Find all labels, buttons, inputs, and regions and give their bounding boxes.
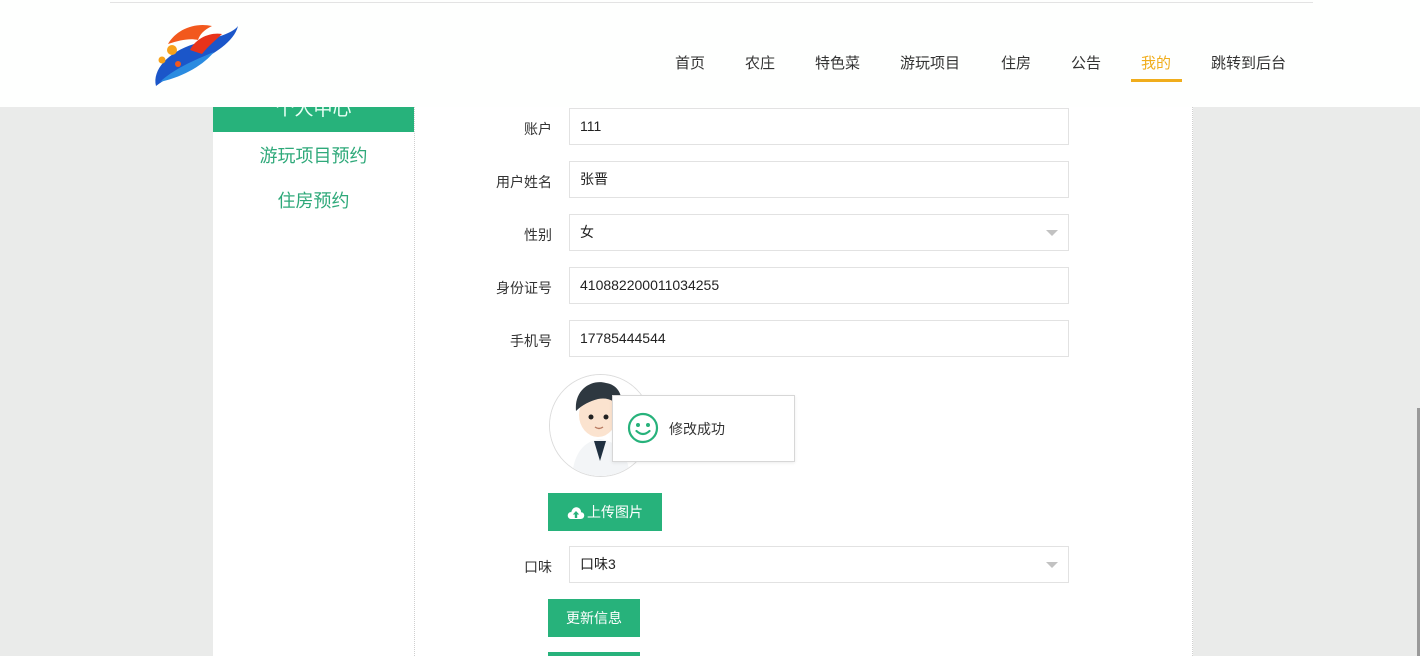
id-number-input[interactable]: 410882200011034255 [569, 267, 1069, 304]
nav-item-notices[interactable]: 公告 [1071, 54, 1101, 74]
sidebar-header: 个人中心 [213, 107, 414, 132]
site-logo[interactable] [150, 20, 242, 92]
nav-active-underline [1131, 79, 1182, 82]
taste-select[interactable]: 口味3 [569, 546, 1069, 583]
taste-selected-value: 口味3 [580, 556, 616, 572]
id-number-label: 身份证号 [496, 280, 552, 296]
nav-item-home[interactable]: 首页 [675, 54, 705, 74]
upload-image-label: 上传图片 [587, 504, 643, 520]
nav-item-housing[interactable]: 住房 [1001, 54, 1031, 74]
gender-label: 性别 [524, 227, 552, 243]
account-label: 账户 [524, 121, 552, 137]
nav-item-farm[interactable]: 农庄 [745, 54, 775, 74]
next-button-partial[interactable] [548, 652, 640, 656]
chevron-down-icon [1046, 562, 1058, 568]
taste-label: 口味 [524, 559, 552, 575]
upload-image-button[interactable]: 上传图片 [548, 493, 662, 531]
update-info-button[interactable]: 更新信息 [548, 599, 640, 637]
nav-item-mine[interactable]: 我的 [1141, 54, 1171, 74]
cloud-upload-icon [567, 507, 585, 520]
toast-message: 修改成功 [669, 421, 725, 437]
gender-selected-value: 女 [580, 224, 594, 240]
chevron-down-icon [1046, 230, 1058, 236]
sidebar-link-housing-booking[interactable]: 住房预约 [213, 187, 414, 213]
name-input[interactable]: 张晋 [569, 161, 1069, 198]
nav-item-play-projects[interactable]: 游玩项目 [900, 54, 960, 74]
site-header: 首页 农庄 特色菜 游玩项目 住房 公告 我的 跳转到后台 [0, 0, 1420, 107]
nav-item-admin[interactable]: 跳转到后台 [1211, 54, 1286, 74]
sidebar-link-play-booking[interactable]: 游玩项目预约 [213, 142, 414, 168]
success-toast: 修改成功 [612, 395, 795, 462]
sidebar: 个人中心 游玩项目预约 住房预约 [213, 107, 415, 656]
gender-select[interactable]: 女 [569, 214, 1069, 251]
phone-input[interactable]: 17785444544 [569, 320, 1069, 357]
name-label: 用户姓名 [496, 174, 552, 190]
phone-label: 手机号 [510, 333, 552, 349]
header-top-divider [110, 2, 1313, 3]
nav-item-specialty-dishes[interactable]: 特色菜 [815, 54, 860, 74]
account-input[interactable]: 111 [569, 108, 1069, 145]
smile-icon [627, 412, 659, 444]
